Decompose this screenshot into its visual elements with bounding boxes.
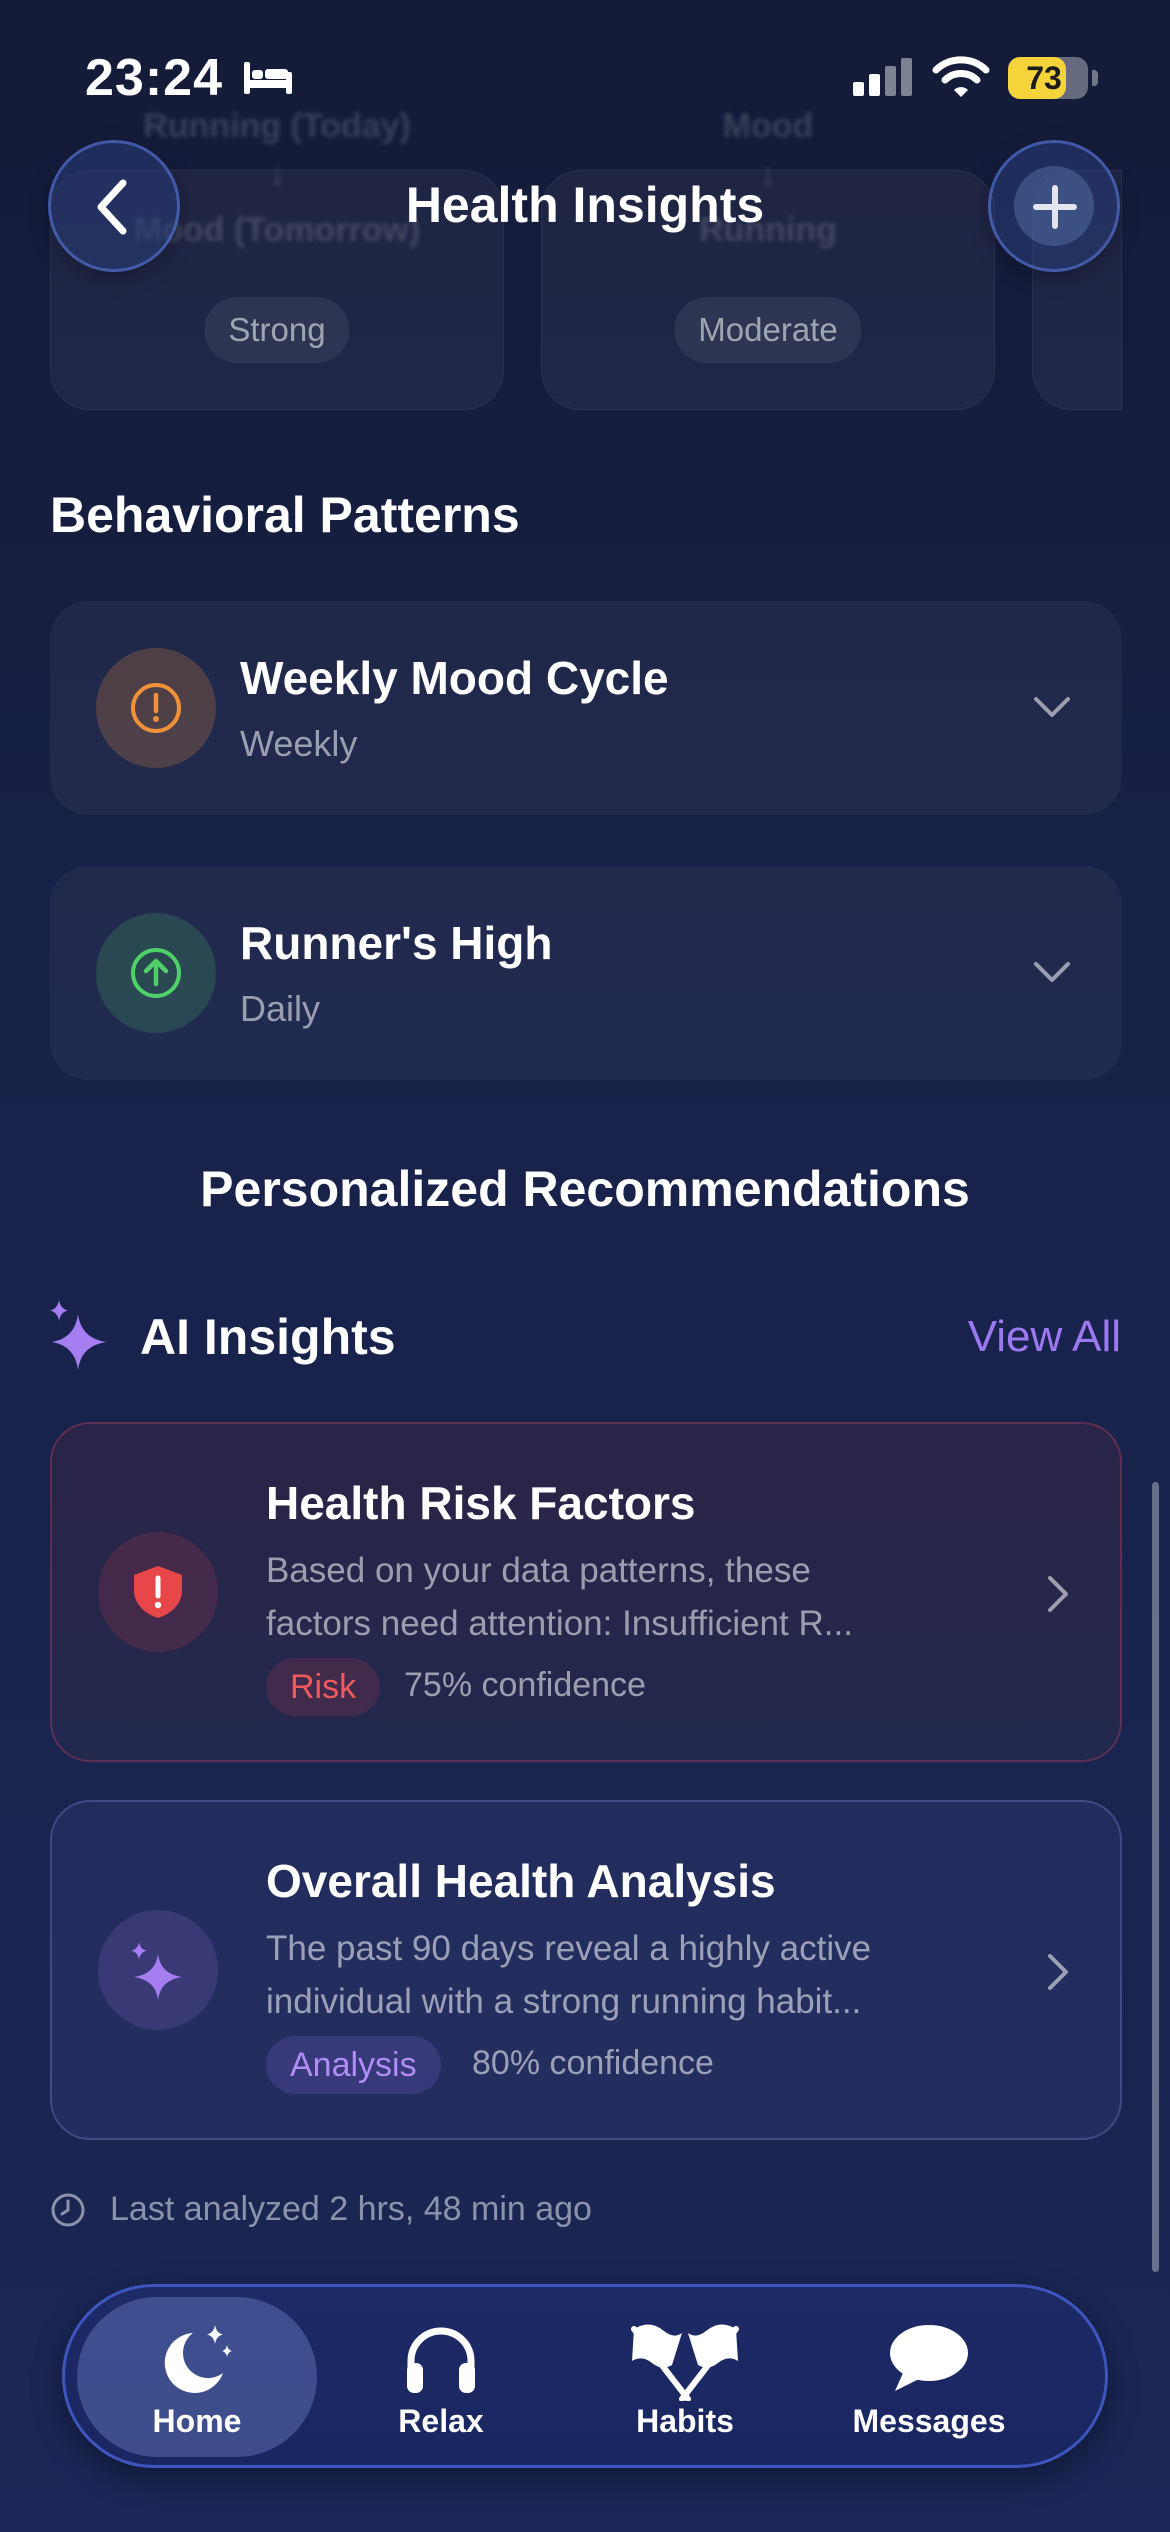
- headphones-icon: [407, 2327, 475, 2393]
- tab-relax[interactable]: Relax: [321, 2297, 561, 2457]
- tab-messages[interactable]: Messages: [809, 2297, 1049, 2457]
- insight-confidence: 80% confidence: [472, 2044, 714, 2082]
- exclamation-circle-icon: [96, 648, 216, 768]
- flags-icon: [631, 2324, 739, 2401]
- shield-alert-icon: [98, 1532, 218, 1652]
- tab-habits[interactable]: Habits: [565, 2297, 805, 2457]
- tab-label: Messages: [852, 2403, 1006, 2439]
- chat-bubble-icon: [890, 2325, 968, 2391]
- sparkles-icon: [98, 1910, 218, 2030]
- plus-icon: [1033, 185, 1077, 229]
- wifi-icon: [932, 56, 990, 97]
- section-title-recommendations: Personalized Recommendations: [200, 1161, 970, 1217]
- insight-description-line2: individual with a strong running habit..…: [266, 1982, 862, 2021]
- moon-stars-icon: [164, 2325, 232, 2393]
- battery-level: 73: [1026, 60, 1062, 96]
- tab-home[interactable]: Home: [77, 2297, 317, 2457]
- signal-icon: [853, 58, 912, 96]
- bed-icon: [244, 62, 292, 94]
- tab-label: Habits: [636, 2403, 734, 2439]
- pattern-title: Weekly Mood Cycle: [240, 652, 669, 704]
- pattern-card-weekly-mood-cycle[interactable]: Weekly Mood Cycle Weekly: [50, 601, 1122, 815]
- pattern-frequency: Daily: [240, 988, 321, 1029]
- strength-badge: Strong: [204, 297, 350, 363]
- page-title: Health Insights: [405, 177, 765, 233]
- insight-description-line1: The past 90 days reveal a highly active: [266, 1929, 872, 1968]
- clock-icon: [51, 2193, 85, 2227]
- chevron-right-icon: [1048, 1954, 1068, 1990]
- insight-title: Health Risk Factors: [266, 1477, 696, 1529]
- insight-tag: Analysis: [266, 2036, 441, 2094]
- chevron-right-icon: [1048, 1576, 1068, 1612]
- correlation-card-2-line1: Mood: [722, 107, 814, 145]
- status-time: 23:24: [85, 49, 223, 107]
- battery-indicator: 73: [1008, 57, 1098, 99]
- tab-label: Home: [152, 2403, 242, 2439]
- add-button[interactable]: [988, 140, 1120, 272]
- chevron-left-icon: [97, 179, 127, 235]
- section-title-behavioral-patterns: Behavioral Patterns: [50, 487, 520, 543]
- insight-card-health-risk-factors[interactable]: Health Risk Factors Based on your data p…: [50, 1422, 1122, 1762]
- insight-description: Based on your data patterns, these facto…: [266, 1544, 966, 1650]
- insight-card-overall-health-analysis[interactable]: Overall Health Analysis The past 90 days…: [50, 1800, 1122, 2140]
- arrow-up-circle-icon: [96, 913, 216, 1033]
- chevron-down-icon: [1034, 697, 1070, 717]
- pattern-card-runners-high[interactable]: Runner's High Daily: [50, 866, 1122, 1080]
- pattern-frequency: Weekly: [240, 723, 358, 764]
- ai-insights-title: AI Insights: [140, 1309, 396, 1365]
- insight-description-line2: factors need attention: Insufficient R..…: [266, 1604, 853, 1643]
- strength-badge: Moderate: [674, 297, 862, 363]
- insight-confidence: 75% confidence: [404, 1666, 646, 1704]
- sparkles-icon: [50, 1300, 106, 1370]
- tab-label: Relax: [398, 2403, 484, 2439]
- tab-bar: Home Relax Habits Messages: [62, 2284, 1108, 2468]
- back-button[interactable]: [48, 140, 180, 272]
- insight-description-line1: Based on your data patterns, these: [266, 1551, 811, 1590]
- insight-description: The past 90 days reveal a highly active …: [266, 1922, 966, 2028]
- insight-title: Overall Health Analysis: [266, 1855, 776, 1907]
- chevron-down-icon: [1034, 962, 1070, 982]
- view-all-link[interactable]: View All: [968, 1312, 1121, 1362]
- pattern-title: Runner's High: [240, 917, 553, 969]
- last-analyzed-text: Last analyzed 2 hrs, 48 min ago: [110, 2190, 592, 2228]
- insight-tag: Risk: [266, 1658, 381, 1716]
- scrollbar[interactable]: [1152, 1482, 1159, 2272]
